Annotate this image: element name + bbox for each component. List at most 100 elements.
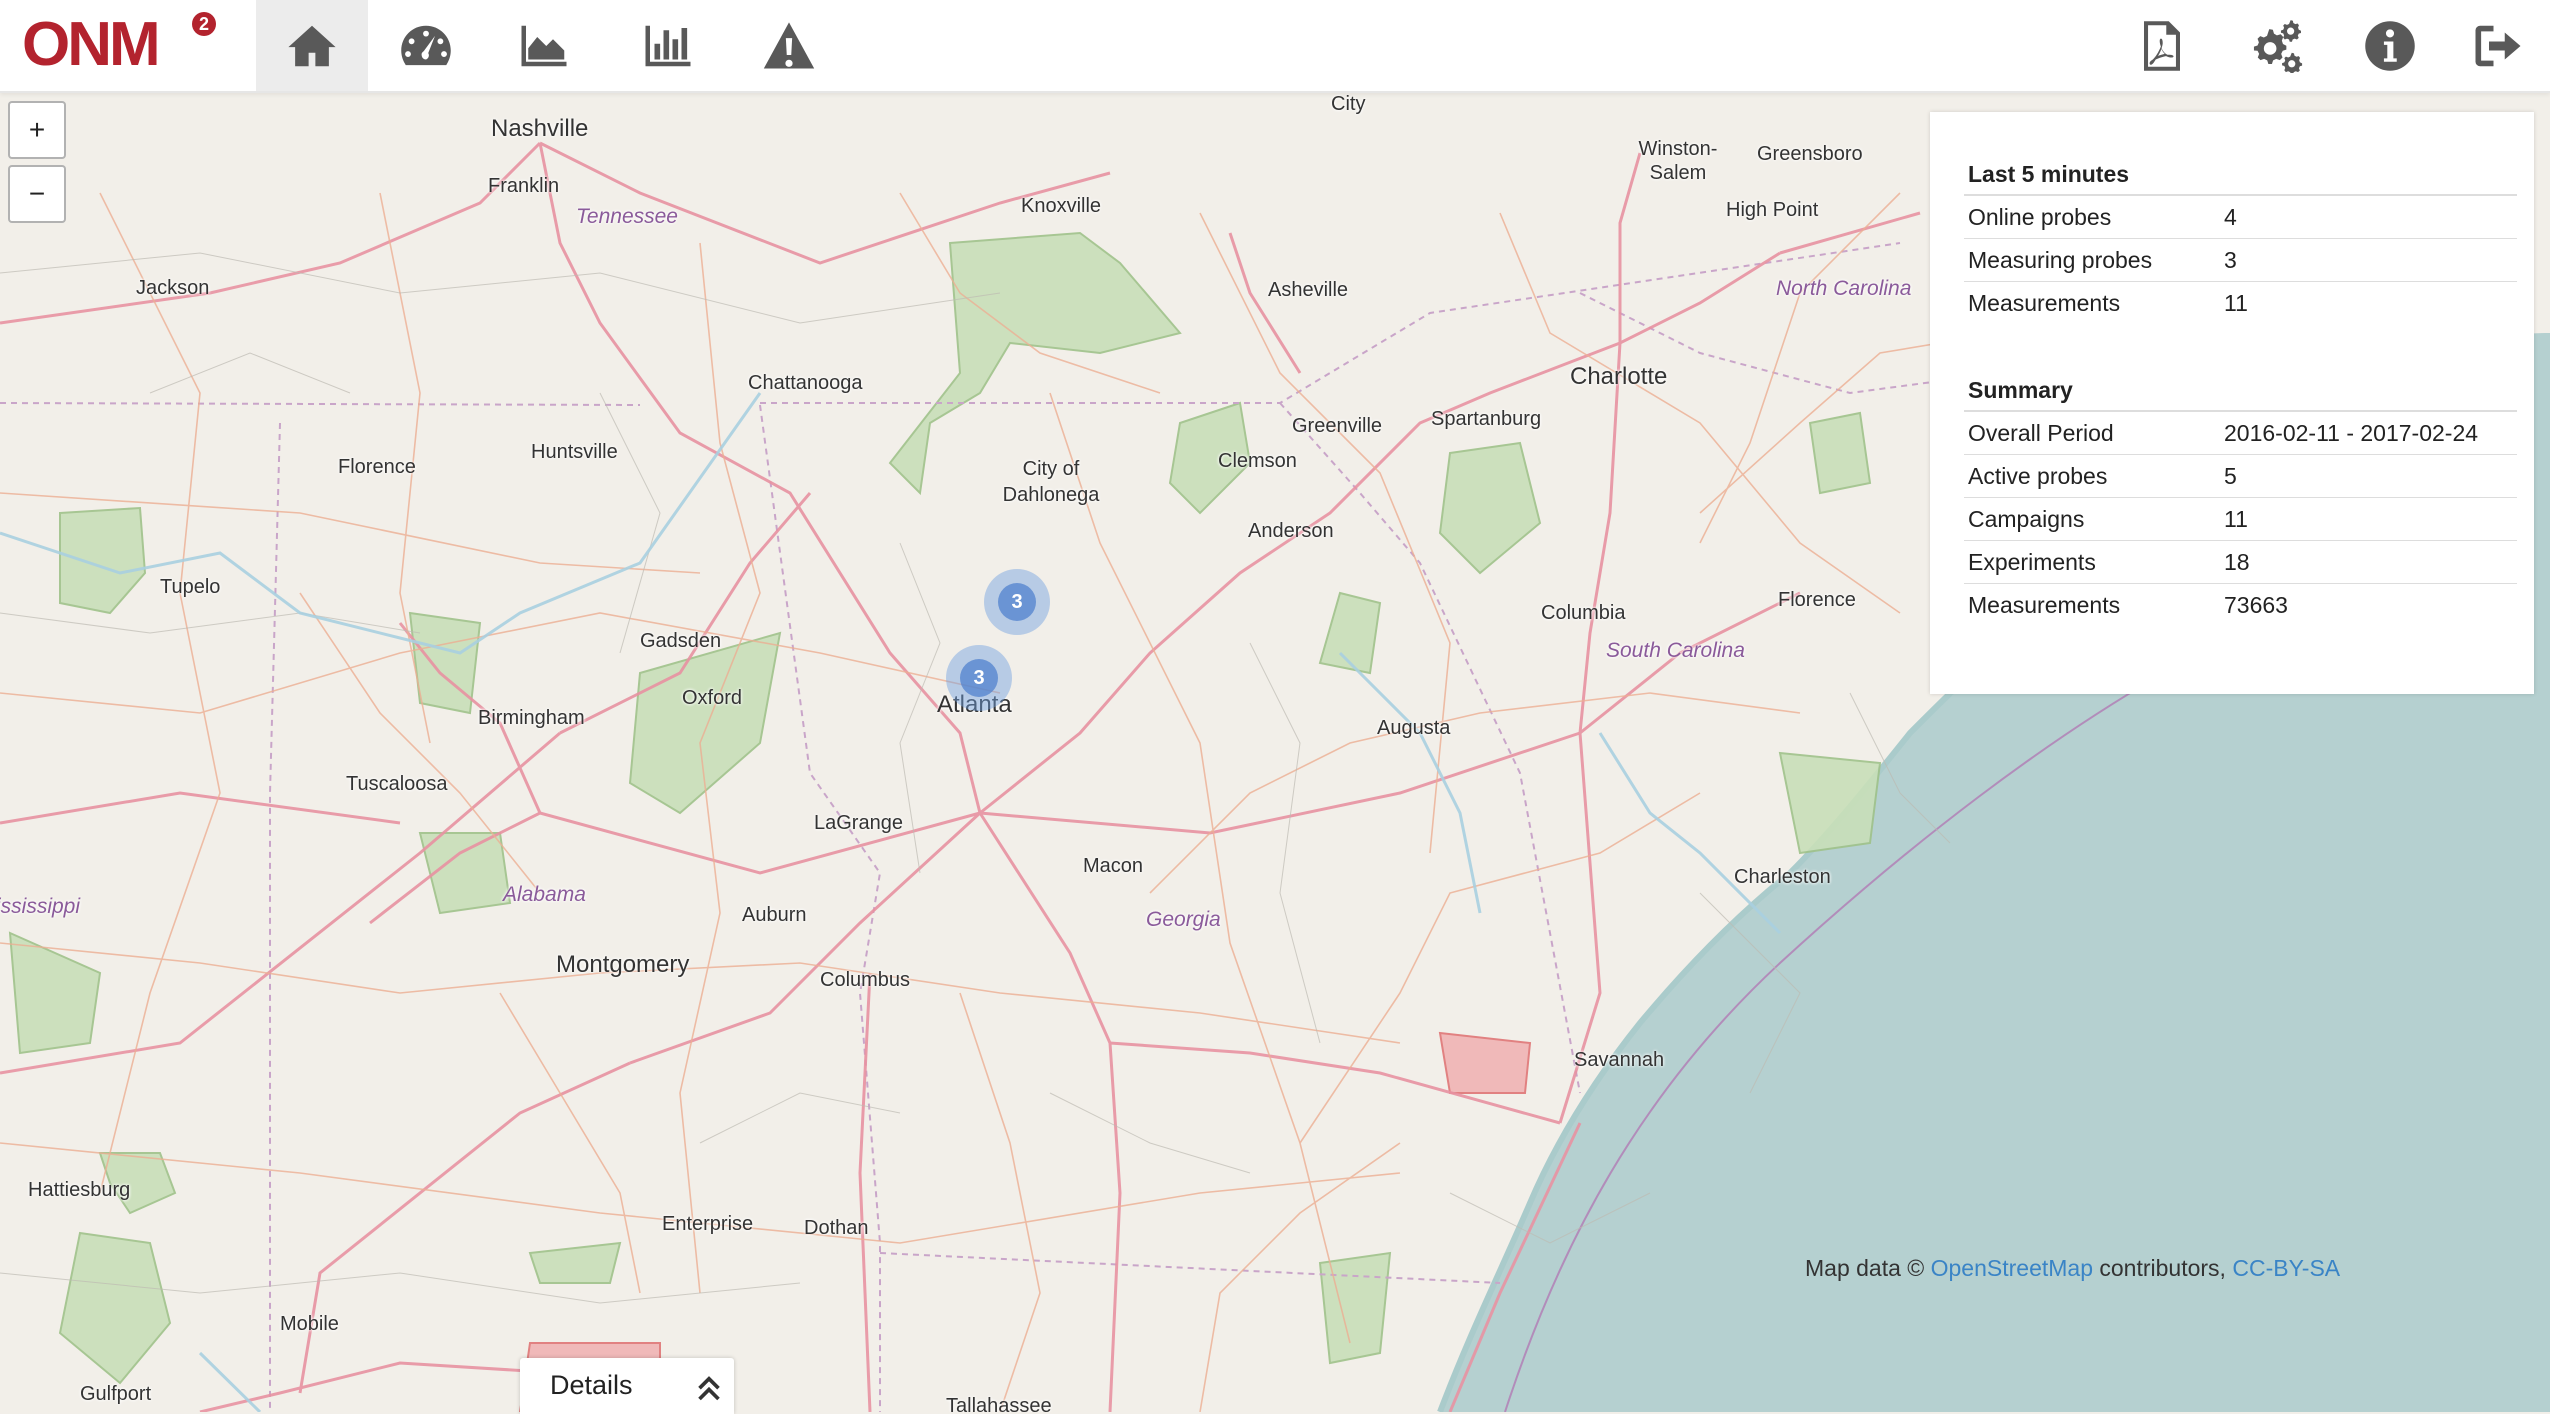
map-label-alabama: Alabama — [503, 883, 586, 906]
map-label-greensboro: Greensboro — [1757, 143, 1863, 165]
logo-mark: ONM — [22, 10, 161, 79]
map-label-city: City — [1331, 93, 1366, 115]
nav-dashboard-button[interactable] — [370, 0, 482, 91]
nav-area-chart-button[interactable] — [488, 0, 600, 91]
map-label-hattiesburg: Hattiesburg — [28, 1179, 131, 1201]
map-label-winston-salem: Winston-Salem — [1638, 138, 1718, 184]
gears-icon — [2253, 19, 2303, 73]
map-label-dothan: Dothan — [804, 1217, 869, 1239]
stat-value: 73663 — [2224, 591, 2288, 618]
openstreetmap-link[interactable]: OpenStreetMap — [1931, 1255, 2093, 1281]
map-label-florence-al: Florence — [338, 456, 416, 478]
nav-alerts-button[interactable] — [733, 0, 845, 91]
map-label-tallahassee: Tallahassee — [946, 1395, 1052, 1412]
map-label-huntsville: Huntsville — [531, 441, 618, 463]
stat-label: Measurements — [1968, 289, 2121, 316]
attribution-middle: contributors, — [2099, 1255, 2226, 1281]
map-label-mississippi: ississippi — [0, 895, 81, 918]
table-row: Measurements 73663 — [1964, 584, 2517, 627]
map-label-montgomery: Montgomery — [556, 951, 690, 978]
map-label-tuscaloosa: Tuscaloosa — [346, 773, 448, 795]
last-5-minutes-table: Last 5 minutes Online probes 4 Measuring… — [1964, 144, 2517, 324]
stat-value: 2016-02-11 - 2017-02-24 — [2212, 411, 2517, 455]
info-icon — [2365, 20, 2415, 71]
map-label-augusta: Augusta — [1377, 717, 1451, 739]
top-navbar: ONM 2 — [0, 0, 2550, 93]
map-label-knoxville: Knoxville — [1021, 195, 1102, 217]
stat-value: 3 — [2212, 238, 2517, 282]
pdf-icon — [2144, 20, 2180, 71]
stat-value: 11 — [2212, 497, 2517, 541]
stat-label: Measurements — [1968, 591, 2121, 618]
stat-value: 5 — [2212, 454, 2517, 498]
map-label-jackson: Jackson — [136, 277, 210, 299]
map-label-clemson: Clemson — [1218, 450, 1297, 472]
map-label-charleston: Charleston — [1734, 866, 1831, 888]
stat-value: 11 — [2224, 289, 2248, 316]
logo-superscript: 2 — [192, 12, 216, 36]
map-label-greenville: Greenville — [1292, 415, 1383, 437]
map-label-tennessee: Tennessee — [576, 205, 678, 228]
summary-table: Summary Overall Period 2016-02-11 - 2017… — [1964, 360, 2517, 626]
zoom-out-button[interactable]: − — [8, 165, 66, 223]
map-label-nashville: Nashville — [491, 115, 589, 142]
stat-label: Overall Period — [1964, 411, 2212, 455]
map-label-tupelo: Tupelo — [160, 576, 221, 598]
map-label-gulfport: Gulfport — [80, 1383, 152, 1405]
table-row: Active probes 5 — [1964, 454, 2517, 498]
table-row: Measurements 11 — [1964, 282, 2517, 325]
nav-logout-button[interactable] — [2442, 0, 2550, 91]
map-label-lagrange: LaGrange — [814, 812, 903, 834]
map-label-mobile: Mobile — [280, 1313, 339, 1335]
nav-settings-button[interactable] — [2220, 0, 2332, 91]
probe-cluster-marker[interactable]: 3 — [946, 645, 1012, 711]
map-label-anderson: Anderson — [1248, 520, 1334, 542]
details-label: Details — [550, 1370, 633, 1400]
map-label-oxford: Oxford — [682, 687, 743, 709]
map-label-columbus: Columbus — [820, 969, 911, 991]
stat-value: 18 — [2212, 540, 2517, 584]
nav-bar-chart-button[interactable] — [612, 0, 724, 91]
stat-label: Campaigns — [1964, 497, 2212, 541]
home-icon — [288, 25, 336, 66]
map-label-enterprise: Enterprise — [662, 1213, 754, 1235]
table-row: Online probes 4 — [1964, 195, 2517, 239]
stat-label: Experiments — [1964, 540, 2212, 584]
table-row: Experiments 18 — [1964, 540, 2517, 584]
stat-label: Online probes — [1964, 195, 2212, 239]
map-label-dahlonega: City of Dahlonega — [1002, 458, 1100, 506]
statistics-panel: Last 5 minutes Online probes 4 Measuring… — [1930, 112, 2534, 694]
map-label-florence-sc: Florence — [1778, 589, 1856, 611]
details-toggle-button[interactable]: Details — [520, 1358, 734, 1414]
app-logo[interactable]: ONM 2 — [22, 6, 232, 86]
bar-chart-icon — [645, 25, 691, 66]
table-row: Campaigns 11 — [1964, 497, 2517, 541]
map-label-spartanburg: Spartanburg — [1431, 408, 1542, 430]
table-row: Measuring probes 3 — [1964, 238, 2517, 282]
nav-home-button[interactable] — [256, 0, 368, 91]
map-label-south-carolina: South Carolina — [1606, 639, 1745, 662]
zoom-in-button[interactable]: + — [8, 101, 66, 159]
warning-icon — [763, 21, 815, 68]
map-label-gadsden: Gadsden — [640, 630, 722, 652]
nav-info-button[interactable] — [2334, 0, 2446, 91]
license-link[interactable]: CC-BY-SA — [2232, 1255, 2340, 1281]
area-chart-icon — [521, 25, 567, 66]
map-label-chattanooga: Chattanooga — [748, 372, 863, 394]
map-label-charlotte: Charlotte — [1570, 363, 1668, 390]
cluster-count: 3 — [960, 659, 998, 697]
map-label-auburn: Auburn — [742, 904, 807, 926]
map-label-franklin: Franklin — [488, 175, 560, 197]
map-label-north-carolina: North Carolina — [1776, 277, 1912, 300]
sign-out-icon — [2475, 25, 2521, 66]
map-label-macon: Macon — [1083, 855, 1144, 877]
table-row: Overall Period 2016-02-11 - 2017-02-24 — [1964, 411, 2517, 455]
probe-cluster-marker[interactable]: 3 — [984, 569, 1050, 635]
double-chevron-up-icon — [698, 1376, 720, 1401]
map-attribution: Map data © OpenStreetMap contributors, C… — [1805, 1255, 2340, 1282]
last-5-minutes-title: Last 5 minutes — [1964, 144, 2517, 196]
nav-pdf-report-button[interactable] — [2106, 0, 2218, 91]
cluster-count: 3 — [998, 583, 1036, 621]
stat-label: Measuring probes — [1964, 238, 2212, 282]
map-label-savannah: Savannah — [1574, 1049, 1665, 1071]
